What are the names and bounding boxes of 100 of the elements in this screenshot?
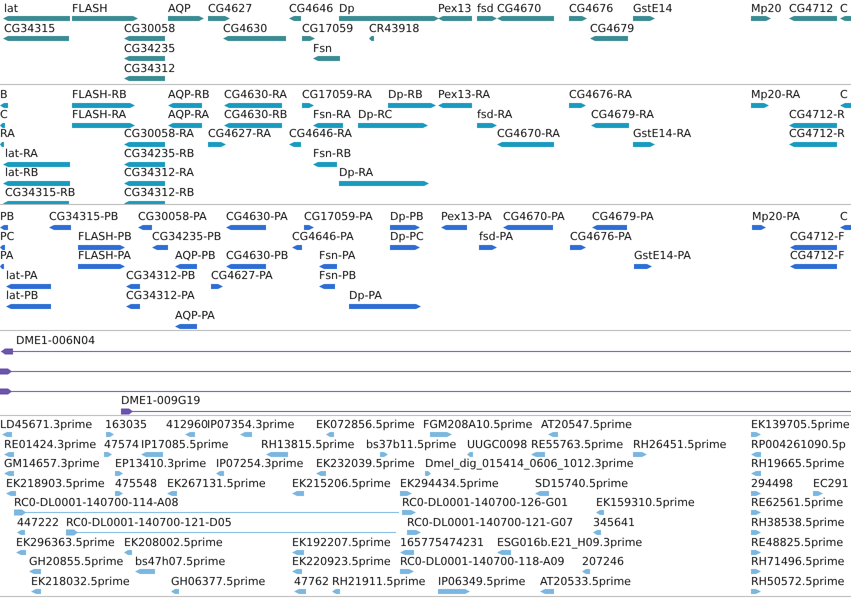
left-arrow-feature[interactable] (497, 141, 554, 148)
feature-label[interactable]: CG34235-PB (152, 230, 222, 243)
feature-label[interactable]: RA (0, 127, 15, 140)
feature-label[interactable]: CG4627 (208, 2, 252, 15)
feature-label[interactable]: CG34312-RA (124, 166, 194, 180)
left-arrow-feature[interactable] (3, 15, 70, 22)
feature-label[interactable]: EK159310.5prime (596, 496, 695, 510)
feature-label[interactable]: lat (4, 2, 18, 15)
left-arrow-feature[interactable] (438, 102, 472, 109)
feature-label[interactable]: PA (0, 249, 14, 262)
right-arrow-feature[interactable] (633, 15, 655, 22)
right-arrow-feature[interactable] (569, 102, 586, 109)
feature-label[interactable]: C (840, 210, 848, 223)
feature-label[interactable]: CG30058 (124, 22, 176, 35)
feature-label[interactable]: EC291 (813, 476, 849, 490)
left-arrow-feature[interactable] (175, 322, 197, 330)
feature-label[interactable]: CG34312-PB (126, 269, 196, 282)
right-arrow-feature[interactable] (390, 224, 420, 231)
left-arrow-feature[interactable] (369, 35, 374, 42)
feature-label[interactable]: RE55763.5prime (531, 438, 624, 451)
feature-label[interactable]: RC0-DL0001-140700-114-A08 (14, 496, 179, 510)
feature-label[interactable]: RH21911.5prime (332, 574, 426, 588)
feature-label[interactable]: AQP-RB (168, 88, 210, 101)
feature-label[interactable]: CG34235-RB (124, 146, 194, 160)
feature-label[interactable]: AQP (168, 2, 191, 15)
feature-label[interactable]: RH38538.5prime (751, 516, 844, 529)
feature-label[interactable]: CG30058-PA (138, 210, 207, 223)
right-arrow-feature[interactable] (302, 102, 314, 109)
feature-label[interactable]: EK208002.5prime (124, 536, 223, 549)
feature-label[interactable]: CG4712 (789, 2, 834, 15)
feature-label[interactable]: Mp20-PA (752, 210, 800, 223)
right-arrow-feature[interactable] (304, 224, 314, 231)
feature-label[interactable]: CG4630-PA (226, 210, 288, 223)
left-arrow-feature[interactable] (319, 283, 335, 290)
left-arrow-feature[interactable] (138, 224, 152, 231)
feature-label[interactable]: CG4676-RA (569, 88, 632, 101)
feature-label[interactable]: bs37b11.5prime (366, 438, 456, 451)
left-arrow-feature[interactable] (0, 263, 4, 270)
feature-label[interactable]: CG4630 (223, 22, 268, 35)
feature-label[interactable]: Fsn-PA (319, 249, 356, 262)
feature-label[interactable]: CG4712-R (789, 127, 845, 140)
feature-label[interactable]: CG4679 (590, 22, 634, 35)
feature-label[interactable]: Mp20-RA (751, 88, 800, 101)
feature-label[interactable]: CG4670 (497, 2, 542, 15)
right-arrow-feature[interactable] (479, 244, 497, 251)
feature-label[interactable]: RH50572.5prime (751, 574, 844, 588)
feature-label[interactable]: CG34315-RB (5, 186, 76, 199)
feature-label[interactable]: CG34235 (124, 42, 176, 55)
left-arrow-feature[interactable] (840, 102, 851, 109)
feature-label[interactable]: AT20533.5prime (540, 574, 631, 588)
feature-label[interactable]: Fsn-RB (313, 146, 352, 160)
left-arrow-feature[interactable] (0, 224, 8, 231)
feature-label[interactable]: RE01424.3prime (4, 438, 96, 451)
left-arrow-feature[interactable] (0, 122, 5, 129)
feature-label[interactable]: RH26451.5prime (633, 438, 726, 451)
right-arrow-feature[interactable] (208, 15, 230, 22)
left-arrow-feature[interactable] (224, 122, 282, 129)
left-arrow-feature[interactable] (289, 141, 301, 148)
feature-label[interactable]: CG4627-RA (208, 127, 271, 140)
right-arrow-feature[interactable] (0, 388, 851, 395)
left-arrow-feature[interactable] (124, 75, 165, 82)
feature-label[interactable]: CG4712-F (790, 249, 844, 262)
right-arrow-feature[interactable] (72, 122, 135, 129)
left-arrow-feature[interactable] (3, 180, 70, 188)
left-arrow-feature[interactable] (0, 141, 4, 148)
feature-label[interactable]: CG4630-PB (226, 249, 288, 262)
feature-label[interactable]: FLASH-PB (78, 230, 132, 243)
feature-label[interactable]: lat-PA (6, 269, 38, 282)
feature-label[interactable]: EK072856.5prime (316, 418, 415, 431)
right-arrow-feature[interactable] (634, 263, 652, 270)
feature-label[interactable]: CG4630-RB (224, 108, 288, 121)
right-arrow-feature[interactable] (358, 122, 428, 129)
feature-label[interactable]: Dmel_dig_015414_0606_1012.3prime (425, 457, 634, 470)
feature-label[interactable]: fsd-PA (479, 230, 514, 243)
feature-label[interactable]: CG4679-RA (591, 108, 654, 121)
right-arrow-feature[interactable] (0, 368, 851, 375)
right-arrow-feature[interactable] (633, 141, 655, 148)
right-arrow-feature[interactable] (751, 102, 769, 109)
feature-label[interactable]: 345641 (593, 516, 635, 529)
feature-label[interactable]: 447222 (17, 516, 59, 529)
feature-label[interactable]: EK294434.5prime (400, 476, 499, 490)
left-arrow-feature[interactable] (168, 122, 202, 129)
feature-label[interactable]: DME1-009G19 (121, 394, 200, 407)
feature-label[interactable]: 294498 (751, 476, 793, 490)
feature-label[interactable]: CG4646-PA (292, 230, 354, 243)
feature-label[interactable]: Pex13 (438, 2, 472, 15)
feature-label[interactable]: bs47h07.5prime (135, 555, 226, 568)
left-arrow-feature[interactable] (313, 122, 343, 129)
feature-label[interactable]: EK296363.5prime (16, 536, 115, 549)
feature-label[interactable]: 165775474231 (400, 536, 484, 549)
feature-label[interactable]: Dp (339, 2, 354, 15)
feature-label[interactable]: FLASH-RB (72, 88, 127, 101)
feature-label[interactable]: EK139705.5prime (751, 418, 850, 431)
feature-label[interactable]: CG4627-PA (211, 269, 273, 282)
left-arrow-feature[interactable] (0, 102, 8, 109)
left-arrow-feature[interactable] (790, 244, 837, 251)
left-arrow-feature[interactable] (503, 224, 553, 231)
feature-label[interactable]: Fsn-RA (313, 108, 351, 121)
feature-label[interactable]: B (0, 88, 8, 101)
feature-label[interactable]: FLASH-PA (78, 249, 131, 262)
